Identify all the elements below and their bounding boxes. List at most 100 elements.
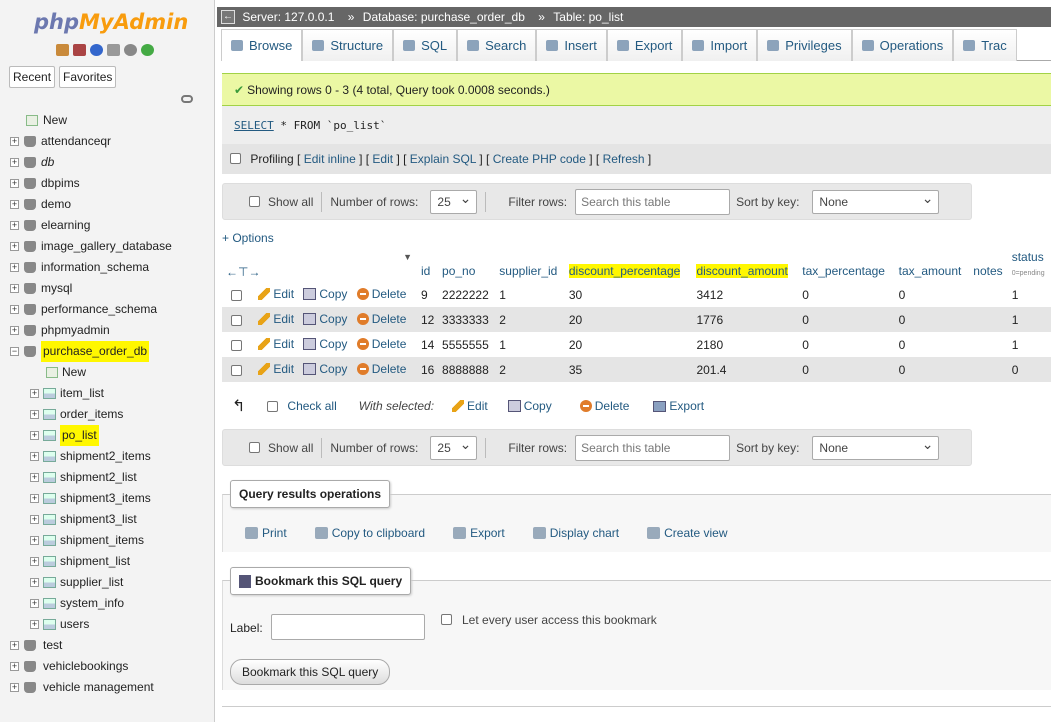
row-delete-button[interactable]: Delete [356,362,406,376]
table-cell[interactable]: 0 [799,307,896,332]
bulk-copy-button[interactable]: Copy [507,399,552,413]
collapse-icon[interactable]: − [10,347,19,356]
table-cell[interactable]: 16 [418,357,440,382]
expand-icon[interactable]: + [10,683,19,692]
expand-icon[interactable]: + [10,242,19,251]
row-edit-button[interactable]: Edit [258,287,294,301]
table-cell[interactable]: 20 [565,307,694,332]
home-icon[interactable] [56,44,69,56]
column-header-notes[interactable]: notes [970,250,1009,282]
collapse-arrow-icon[interactable]: ← [221,10,235,24]
filter-rows-input[interactable]: Search this table [575,434,731,461]
table-cell[interactable]: 1 [1008,282,1051,307]
table-cell[interactable]: 0 [895,307,971,332]
column-header-status[interactable]: status 0=pending [1008,250,1051,282]
table-cell[interactable]: 1776 [693,307,800,332]
row-copy-button[interactable]: Copy [303,312,347,326]
table-cell[interactable]: 0 [799,332,896,357]
bulk-export-button[interactable]: Export [653,399,704,413]
table-cell[interactable]: 3333333 [439,307,497,332]
check-all-checkbox[interactable] [267,400,279,412]
expand-icon[interactable]: + [10,305,19,314]
table-cell[interactable] [970,357,1009,382]
tree-item-shipment-list[interactable]: + shipment_list [8,551,213,572]
number-of-rows-select[interactable]: 25 [430,187,478,214]
bookmark-label-input[interactable] [271,614,425,640]
tab-tracking[interactable]: Trac [953,29,1017,61]
table-cell[interactable]: 1 [496,282,566,307]
check-all-label[interactable]: Check all [287,399,336,413]
explain-sql-link[interactable]: Explain SQL [410,152,476,166]
table-cell[interactable]: 0 [895,282,971,307]
column-header-po-no[interactable]: po_no [439,250,497,282]
filter-rows-input[interactable]: Search this table [575,188,731,215]
expand-icon[interactable]: + [10,662,19,671]
expand-icon[interactable]: + [30,389,39,398]
show-all-checkbox[interactable] [249,196,260,207]
display-chart-button[interactable]: Display chart [532,526,619,540]
reload-icon[interactable] [141,44,154,56]
refresh-link[interactable]: Refresh [603,152,645,166]
breadcrumb-table[interactable]: Table: po_list [553,7,623,27]
print-button[interactable]: Print [245,526,287,540]
expand-icon[interactable]: + [10,641,19,650]
row-copy-button[interactable]: Copy [303,362,347,376]
tree-item-shipment-items[interactable]: + shipment_items [8,530,213,551]
row-edit-button[interactable]: Edit [258,312,294,326]
column-header-tax-amount[interactable]: tax_amount [895,250,971,282]
column-header-tax-percentage[interactable]: tax_percentage [799,250,896,282]
row-delete-button[interactable]: Delete [356,287,406,301]
link-icon[interactable] [181,95,193,103]
table-cell[interactable]: 201.4 [693,357,800,382]
sort-arrow-icon[interactable]: ▼ [403,252,412,262]
expand-icon[interactable]: + [30,452,39,461]
export-button[interactable]: Export [453,526,505,540]
expand-icon[interactable]: + [10,221,19,230]
favorites-tab[interactable]: Favorites [59,66,117,88]
table-cell[interactable]: 20 [565,332,694,357]
tree-item-system-info[interactable]: + system_info [8,593,213,614]
expand-icon[interactable]: + [10,179,19,188]
tab-browse[interactable]: Browse [221,29,303,61]
row-edit-button[interactable]: Edit [258,337,294,351]
tree-item-shipment2-items[interactable]: + shipment2_items [8,446,213,467]
bookmark-query-button[interactable]: Bookmark this SQL query [230,659,391,685]
tree-item-users[interactable]: + users [8,614,213,635]
expand-icon[interactable]: + [30,494,39,503]
row-checkbox[interactable] [231,364,242,376]
settings-icon[interactable] [124,44,137,56]
row-delete-button[interactable]: Delete [356,337,406,351]
table-cell[interactable]: 30 [565,282,694,307]
row-checkbox[interactable] [231,339,242,351]
breadcrumb-database[interactable]: Database: purchase_order_db [363,7,525,27]
expand-icon[interactable]: + [30,431,39,440]
table-cell[interactable]: 0 [799,357,896,382]
column-header-supplier-id[interactable]: supplier_id [496,250,566,282]
profiling-checkbox[interactable] [230,153,241,164]
tree-item-po-list[interactable]: + po_list [8,425,213,446]
row-copy-button[interactable]: Copy [303,337,347,351]
tree-item-supplier-list[interactable]: + supplier_list [8,572,213,593]
column-header-id[interactable]: id [418,250,440,282]
expand-icon[interactable]: + [30,536,39,545]
tab-insert[interactable]: Insert [536,29,607,61]
table-cell[interactable]: 2 [496,307,566,332]
table-cell[interactable]: 9 [418,282,440,307]
row-edit-button[interactable]: Edit [258,362,294,376]
tree-item-shipment3-items[interactable]: + shipment3_items [8,488,213,509]
table-cell[interactable] [970,332,1009,357]
table-cell[interactable] [970,307,1009,332]
tree-item-mysql[interactable]: + mysql [8,278,213,299]
expand-icon[interactable]: + [30,557,39,566]
table-cell[interactable]: 1 [1008,307,1051,332]
table-cell[interactable]: 0 [799,282,896,307]
table-cell[interactable]: 12 [418,307,440,332]
tree-item-purchase-order-db[interactable]: − purchase_order_db [8,341,213,362]
sort-by-key-select[interactable]: None [812,187,940,214]
row-copy-button[interactable]: Copy [303,287,347,301]
table-cell[interactable]: 0 [895,357,971,382]
tree-item-order-items[interactable]: + order_items [8,404,213,425]
table-cell[interactable]: 2222222 [439,282,497,307]
sql-keyword[interactable]: SELECT [234,119,274,132]
column-resize-arrows-icon[interactable]: ←⊤→ [226,265,260,279]
